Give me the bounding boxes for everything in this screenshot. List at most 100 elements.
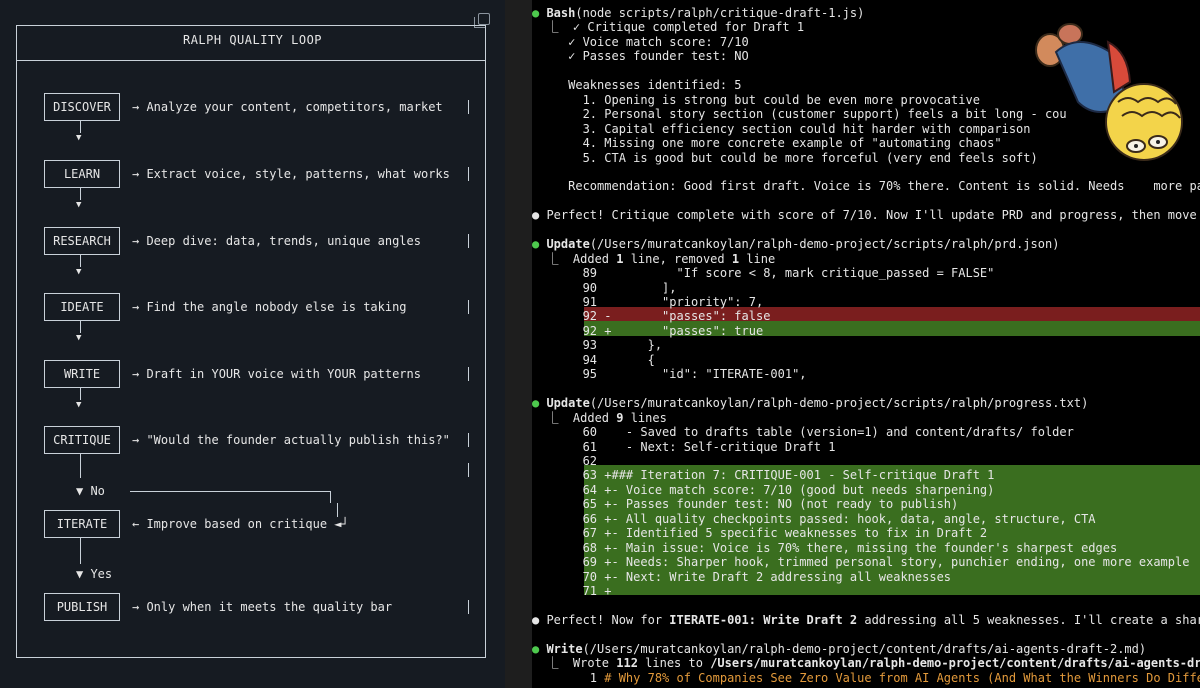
terminal-text: ● Perfect! Now for bbox=[532, 612, 670, 627]
loop-connector bbox=[337, 503, 338, 517]
step-desc-critique: → "Would the founder actually publish th… bbox=[132, 433, 450, 447]
terminal-text: 65 +- Passes founder test: NO (not ready… bbox=[532, 497, 959, 512]
terminal-text: 60 - Saved to drafts table (version=1) a… bbox=[532, 425, 1074, 440]
no-branch-label: ▼ No bbox=[76, 484, 105, 498]
terminal-line: ● Perfect! Critique complete with score … bbox=[532, 208, 1200, 223]
loop-connector bbox=[330, 491, 331, 503]
terminal-text: ⎿ ✓ Critique completed for Draft 1 bbox=[532, 20, 805, 35]
step-desc-learn: → Extract voice, style, patterns, what w… bbox=[132, 167, 450, 181]
diagram-panel: RALPH QUALITY LOOP DISCOVER → Analyze you… bbox=[0, 0, 505, 688]
terminal-text: ● bbox=[532, 237, 547, 252]
step-desc-iterate: ← Improve based on critique ◄┘ bbox=[132, 517, 349, 531]
terminal-line: ● Write(/Users/muratcankoylan/ralph-demo… bbox=[532, 642, 1146, 657]
connector-line bbox=[80, 121, 81, 133]
terminal-text: 61 - Next: Self-critique Draft 1 bbox=[532, 439, 836, 454]
terminal-text: 1 bbox=[731, 251, 740, 266]
terminal-line: 1 # Why 78% of Companies See Zero Value … bbox=[532, 671, 1200, 686]
terminal-text: 68 +- Main issue: Voice is 70% there, mi… bbox=[532, 540, 1118, 555]
terminal-line: ✓ Voice match score: 7/10 bbox=[532, 35, 749, 50]
terminal-line: ⎿ Added 9 lines bbox=[532, 410, 666, 426]
terminal-line: 5. CTA is good but could be more forcefu… bbox=[532, 151, 1038, 166]
terminal-line: 90 ], bbox=[532, 281, 677, 296]
terminal-line: 91 "priority": 7, bbox=[532, 295, 764, 310]
arrow-down-icon: ▼ bbox=[76, 333, 82, 343]
terminal-text: ● bbox=[532, 396, 547, 411]
terminal-text: 92 - "passes": false bbox=[532, 309, 771, 324]
terminal-line: 64 +- Voice match score: 7/10 (good but … bbox=[532, 482, 995, 498]
terminal-text: 67 +- Identified 5 specific weaknesses t… bbox=[532, 526, 988, 541]
step-right-bar bbox=[468, 367, 469, 381]
arrow-down-icon: ▼ bbox=[76, 200, 82, 210]
terminal-line: 92 + "passes": true bbox=[532, 324, 764, 339]
terminal-text: 90 ], bbox=[532, 280, 677, 295]
terminal-text: ● bbox=[532, 641, 547, 656]
arrow-down-icon: ▼ bbox=[76, 133, 82, 143]
terminal-line: ● Update(/Users/muratcankoylan/ralph-dem… bbox=[532, 396, 1088, 411]
terminal-text: ● bbox=[532, 6, 547, 20]
terminal-line: 3. Capital efficiency section could hit … bbox=[532, 122, 1031, 137]
connector-line bbox=[80, 388, 81, 400]
terminal-text: (node scripts/ralph/critique-draft-1.js) bbox=[575, 6, 865, 20]
terminal-text: 64 +- Voice match score: 7/10 (good but … bbox=[532, 482, 995, 497]
terminal-line: 69 +- Needs: Sharper hook, trimmed perso… bbox=[532, 555, 1190, 570]
terminal-text: ⎿ Added bbox=[532, 410, 617, 425]
terminal-text: Recommendation: Good first draft. Voice … bbox=[532, 179, 1200, 194]
terminal-text: Update bbox=[546, 237, 590, 252]
copy-icon[interactable] bbox=[474, 13, 490, 28]
yes-branch-label: ▼ Yes bbox=[76, 567, 113, 581]
terminal-line: 68 +- Main issue: Voice is 70% there, mi… bbox=[532, 540, 1118, 556]
terminal-text: Update bbox=[546, 396, 590, 411]
connector-line bbox=[80, 454, 81, 478]
terminal-line: 93 }, bbox=[532, 338, 662, 353]
connector-line bbox=[80, 255, 81, 267]
terminal-text: 70 +- Next: Write Draft 2 addressing all… bbox=[532, 569, 952, 584]
terminal-line: 89 "If score < 8, mark critique_passed =… bbox=[532, 266, 995, 281]
step-box-learn: LEARN bbox=[44, 160, 120, 188]
terminal-line: 95 "id": "ITERATE-001", bbox=[532, 367, 807, 382]
step-desc-discover: → Analyze your content, competitors, mar… bbox=[132, 100, 443, 114]
loop-connector bbox=[130, 491, 330, 492]
terminal-text: 1. Opening is strong but could be even m… bbox=[532, 92, 980, 107]
step-box-discover: DISCOVER bbox=[44, 93, 120, 121]
terminal-line: 61 - Next: Self-critique Draft 1 bbox=[532, 439, 836, 455]
terminal-text: 1 bbox=[532, 670, 605, 685]
terminal-line: 94 { bbox=[532, 353, 655, 368]
terminal-text: lines to bbox=[637, 656, 711, 671]
step-desc-write: → Draft in YOUR voice with YOUR patterns bbox=[132, 367, 421, 381]
terminal-text: 2. Personal story section (customer supp… bbox=[532, 107, 1067, 122]
terminal-line: 65 +- Passes founder test: NO (not ready… bbox=[532, 497, 959, 512]
terminal-line: 92 - "passes": false bbox=[532, 309, 771, 324]
frame-bottom-border bbox=[16, 657, 486, 658]
terminal-text: Write bbox=[546, 641, 583, 656]
terminal-line: ⎿ Added 1 line, removed 1 line bbox=[532, 252, 775, 267]
frame-title-divider bbox=[16, 60, 486, 61]
step-box-publish: PUBLISH bbox=[44, 593, 120, 621]
terminal-text: line, removed bbox=[623, 251, 732, 266]
terminal-text: 89 "If score < 8, mark critique_passed =… bbox=[532, 266, 995, 281]
terminal-line: 60 - Saved to drafts table (version=1) a… bbox=[532, 425, 1074, 440]
terminal-text: 112 bbox=[616, 656, 638, 671]
terminal-text: 95 "id": "ITERATE-001", bbox=[532, 367, 807, 382]
terminal-text: ● Perfect! Critique complete with score … bbox=[532, 208, 1200, 223]
connector-line bbox=[80, 538, 81, 564]
step-right-bar bbox=[468, 600, 469, 614]
step-right-bar bbox=[468, 433, 469, 447]
terminal-text: (/Users/muratcankoylan/ralph-demo-projec… bbox=[589, 396, 1089, 411]
terminal-text: (/Users/muratcankoylan/ralph-demo-projec… bbox=[582, 641, 1147, 656]
step-desc-ideate: → Find the angle nobody else is taking bbox=[132, 300, 407, 314]
terminal-line: Weaknesses identified: 5 bbox=[532, 78, 742, 93]
terminal-text: 4. Missing one more concrete example of … bbox=[532, 136, 1002, 151]
terminal-line: ✓ Passes founder test: NO bbox=[532, 49, 749, 64]
terminal-text: Weaknesses identified: 5 bbox=[532, 78, 742, 93]
terminal-line: 71 + bbox=[532, 584, 612, 599]
terminal-text: 91 "priority": 7, bbox=[532, 295, 764, 309]
terminal-line: 2. Personal story section (customer supp… bbox=[532, 107, 1067, 122]
terminal-line: Recommendation: Good first draft. Voice … bbox=[532, 179, 1200, 194]
terminal-text: addressing all 5 weaknesses. I'll create… bbox=[857, 612, 1200, 627]
terminal-text: 3. Capital efficiency section could hit … bbox=[532, 121, 1031, 136]
terminal-text: ✓ Voice match score: 7/10 bbox=[532, 34, 749, 49]
terminal-text: 94 { bbox=[532, 352, 655, 367]
step-right-bar bbox=[468, 300, 469, 314]
terminal-line: ● Bash(node scripts/ralph/critique-draft… bbox=[532, 6, 864, 21]
terminal-line: ⎿ ✓ Critique completed for Draft 1 bbox=[532, 20, 804, 35]
